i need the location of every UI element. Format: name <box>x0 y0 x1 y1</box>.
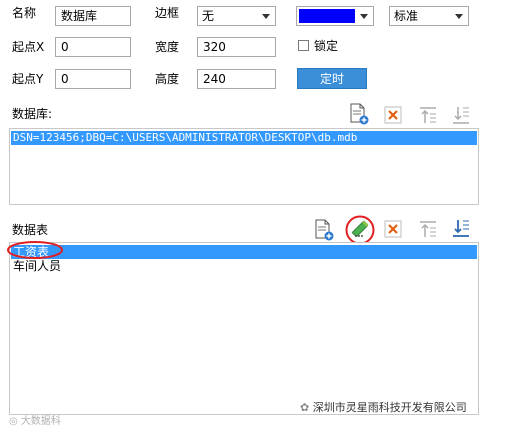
database-list[interactable]: DSN=123456;DBQ=C:\USERS\ADMINISTRATOR\DE… <box>9 128 479 205</box>
corner-watermark-text: 大数据科 <box>20 416 61 427</box>
name-input[interactable]: 数据库 <box>55 6 131 26</box>
table-move-top-button[interactable] <box>418 219 440 241</box>
chevron-down-icon <box>262 14 270 19</box>
width-input[interactable]: 320 <box>197 37 276 57</box>
wechat-icon: ✿ <box>300 401 313 414</box>
chevron-down-icon <box>455 14 463 19</box>
move-to-bottom-icon <box>453 220 469 237</box>
border-select-value: 无 <box>202 9 215 23</box>
add-file-icon <box>315 219 334 241</box>
y-input[interactable]: 0 <box>55 69 131 89</box>
move-to-bottom-icon <box>453 107 469 124</box>
border-label: 边框 <box>155 6 180 20</box>
add-file-icon <box>350 103 369 125</box>
delete-database-button[interactable] <box>383 105 405 127</box>
delete-icon <box>384 220 402 238</box>
table-list-item[interactable]: 工资表 <box>11 245 477 259</box>
highlight-circle <box>7 241 63 259</box>
name-label: 名称 <box>12 6 37 20</box>
lock-label: 锁定 <box>314 39 339 53</box>
height-label: 高度 <box>155 72 180 86</box>
height-input[interactable]: 240 <box>197 69 276 89</box>
add-database-button[interactable] <box>348 103 370 125</box>
x-label: 起点X <box>12 40 45 54</box>
database-label: 数据库: <box>12 107 53 121</box>
chevron-down-icon <box>360 14 368 19</box>
corner-watermark: ◎ 大数据科 <box>9 412 61 427</box>
y-label: 起点Y <box>12 72 44 86</box>
border-select[interactable]: 无 <box>197 6 276 26</box>
logo-icon: ◎ <box>9 416 21 427</box>
delete-table-button[interactable] <box>383 219 405 241</box>
style-select-value: 标准 <box>394 9 419 23</box>
company-name: 深圳市灵星雨科技开发有限公司 <box>312 401 467 414</box>
lock-checkbox[interactable] <box>298 40 309 51</box>
tables-label: 数据表 <box>12 223 49 237</box>
table-move-bottom-button[interactable] <box>451 218 473 240</box>
company-watermark: ✿ 深圳市灵星雨科技开发有限公司 <box>300 399 467 415</box>
style-select[interactable]: 标准 <box>389 6 469 26</box>
move-to-top-icon <box>420 107 436 123</box>
delete-icon <box>384 106 402 124</box>
move-bottom-button[interactable] <box>451 105 473 127</box>
table-list-item[interactable]: 车间人员 <box>11 259 477 273</box>
timer-button[interactable]: 定时 <box>297 68 367 89</box>
color-swatch <box>299 9 355 23</box>
move-top-button[interactable] <box>418 105 440 127</box>
move-to-top-icon <box>420 221 436 237</box>
color-select[interactable] <box>296 6 374 26</box>
x-input[interactable]: 0 <box>55 37 131 57</box>
add-table-button[interactable] <box>313 219 335 241</box>
width-label: 宽度 <box>155 40 180 54</box>
database-list-item[interactable]: DSN=123456;DBQ=C:\USERS\ADMINISTRATOR\DE… <box>11 131 477 145</box>
tables-list[interactable]: 工资表 车间人员 <box>9 242 479 415</box>
